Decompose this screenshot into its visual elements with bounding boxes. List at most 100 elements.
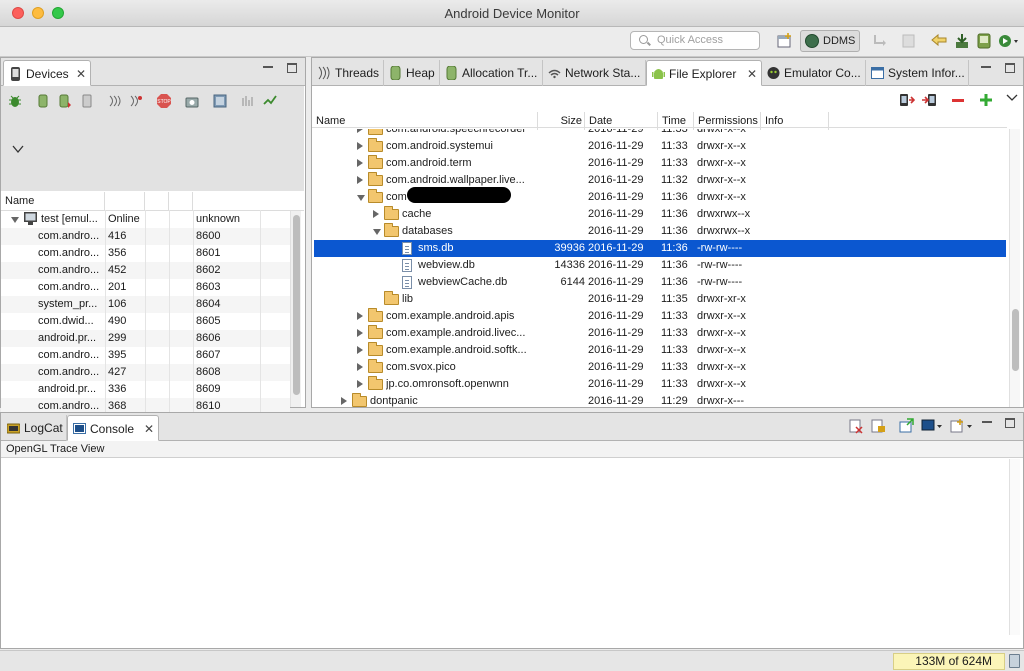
minimize-view-button[interactable] <box>263 63 273 73</box>
col-permissions[interactable]: Permissions <box>694 112 761 130</box>
debug-icon[interactable] <box>8 94 22 108</box>
cause-gc-icon[interactable] <box>80 94 94 108</box>
expand-icon[interactable] <box>357 363 363 371</box>
run-gc-icon[interactable] <box>1009 654 1020 668</box>
col-size[interactable]: Size <box>538 112 585 130</box>
maximize-view-button[interactable] <box>1005 63 1015 73</box>
folder-row[interactable]: com.example.android.softk... 2016-11-29 11… <box>314 342 1006 359</box>
console-scrollbar[interactable] <box>1009 459 1020 635</box>
pull-file-icon[interactable] <box>899 92 915 108</box>
folder-row[interactable]: dontpanic 2016-11-29 11:29 drwxr-x--- <box>314 393 1006 407</box>
maximize-view-button[interactable] <box>1005 418 1015 428</box>
folder-row[interactable]: com.example.android.livec... 2016-11-29 11… <box>314 325 1006 342</box>
minimize-view-button[interactable] <box>981 63 991 73</box>
stop-process-icon[interactable]: STOP <box>157 94 171 108</box>
folder-row[interactable]: com.example.android.apis 2016-11-29 11:33 d… <box>314 308 1006 325</box>
dump-view-hierarchy-icon[interactable] <box>213 94 227 108</box>
tab-threads[interactable]: Threads <box>313 60 384 86</box>
devices-scroll-thumb[interactable] <box>293 215 300 395</box>
expand-icon[interactable] <box>357 142 363 150</box>
tab-console[interactable]: Console ✕ <box>67 415 159 441</box>
folder-row[interactable]: cache 2016-11-29 11:36 drwxrwx--x <box>314 206 1006 223</box>
tab-system-information[interactable]: System Infor... <box>866 60 969 86</box>
display-console-icon[interactable] <box>921 418 943 434</box>
maximize-view-button[interactable] <box>287 63 297 73</box>
screen-capture-icon[interactable] <box>185 94 199 108</box>
push-file-icon[interactable] <box>921 92 937 108</box>
folder-row[interactable]: lib 2016-11-29 11:35 drwxr-xr-x <box>314 291 1006 308</box>
minimize-view-button[interactable] <box>982 418 992 428</box>
tab-emulator-control[interactable]: Emulator Co... <box>762 60 866 86</box>
file-row[interactable]: webview.db 14336 2016-11-29 11:36 -rw-rw---- <box>314 257 1006 274</box>
systrace-icon[interactable] <box>241 94 255 108</box>
view-menu-icon[interactable] <box>1006 92 1018 104</box>
process-port: 8604 <box>196 298 221 310</box>
expand-icon[interactable] <box>357 380 363 388</box>
clear-console-icon[interactable] <box>848 418 864 434</box>
open-console-icon[interactable] <box>950 418 976 434</box>
main-toolbar: Quick Access DDMS <box>0 27 1024 57</box>
close-tab-icon[interactable]: ✕ <box>76 61 86 85</box>
devices-scrollbar[interactable] <box>290 211 301 407</box>
tab-devices[interactable]: Devices ✕ <box>3 60 91 86</box>
expand-icon[interactable] <box>357 159 363 167</box>
opengl-trace-icon[interactable] <box>263 94 277 108</box>
scroll-lock-icon[interactable] <box>870 418 886 434</box>
file-scroll-thumb[interactable] <box>1012 309 1019 371</box>
tab-file-explorer[interactable]: File Explorer ✕ <box>646 60 762 86</box>
expand-icon[interactable] <box>373 210 379 218</box>
heap-status[interactable]: 133M of 624M <box>893 653 1005 670</box>
folder-row[interactable]: jp.co.omronsoft.openwnn 2016-11-29 11:33 dr… <box>314 376 1006 393</box>
col-date[interactable]: Date <box>585 112 658 130</box>
tab-heap[interactable]: Heap <box>384 60 440 86</box>
col-name[interactable]: Name <box>312 112 538 130</box>
file-size <box>540 206 585 223</box>
expand-icon[interactable] <box>357 312 363 320</box>
col-info[interactable]: Info <box>761 112 829 130</box>
collapse-icon[interactable] <box>357 195 365 201</box>
expand-icon[interactable] <box>341 397 347 405</box>
quick-access-input[interactable]: Quick Access <box>630 31 760 50</box>
collapse-icon[interactable] <box>11 217 19 223</box>
file-scrollbar[interactable] <box>1009 129 1020 407</box>
navigate-icon[interactable] <box>930 32 948 50</box>
col-blank2[interactable] <box>169 192 193 210</box>
view-menu-icon[interactable] <box>11 142 25 156</box>
expand-icon[interactable] <box>357 329 363 337</box>
expand-icon[interactable] <box>357 346 363 354</box>
close-tab-icon[interactable]: ✕ <box>747 61 757 85</box>
process-pid: 452 <box>108 264 127 276</box>
search-icon <box>639 35 648 44</box>
start-method-profiling-icon[interactable] <box>129 94 143 108</box>
folder-row[interactable]: databases 2016-11-29 11:36 drwxrwx--x <box>314 223 1006 240</box>
col-blank1[interactable] <box>145 192 169 210</box>
folder-row[interactable]: com.svox.pico 2016-11-29 11:33 drwxr-x--x <box>314 359 1006 376</box>
collapse-icon[interactable] <box>373 229 381 235</box>
back-icon[interactable] <box>870 32 888 50</box>
ddms-perspective-button[interactable]: DDMS <box>800 30 860 52</box>
col-time[interactable]: Time <box>658 112 694 130</box>
folder-row[interactable]: com.android.term 2016-11-29 11:33 drwxr-x--… <box>314 155 1006 172</box>
forward-icon[interactable] <box>900 32 918 50</box>
col-pid[interactable] <box>105 192 145 210</box>
open-perspective-button[interactable] <box>776 32 794 50</box>
delete-icon[interactable] <box>950 92 966 108</box>
tab-network-statistics[interactable]: Network Sta... <box>543 60 646 86</box>
run-icon[interactable] <box>997 32 1018 50</box>
tab-logcat[interactable]: LogCat <box>2 415 67 441</box>
file-row[interactable]: webviewCache.db 6144 2016-11-29 11:36 -rw-rw… <box>314 274 1006 291</box>
close-tab-icon[interactable]: ✕ <box>144 416 154 440</box>
col-name[interactable]: Name <box>1 192 105 210</box>
device-icon[interactable] <box>975 32 993 50</box>
download-icon[interactable] <box>953 32 971 50</box>
update-heap-icon[interactable] <box>36 94 50 108</box>
expand-icon[interactable] <box>357 176 363 184</box>
update-threads-icon[interactable] <box>108 94 122 108</box>
folder-row[interactable]: com.android.systemui 2016-11-29 11:33 drwxr… <box>314 138 1006 155</box>
new-folder-icon[interactable] <box>978 92 994 108</box>
file-row[interactable]: sms.db 39936 2016-11-29 11:36 -rw-rw---- <box>314 240 1006 257</box>
file-icon <box>402 242 412 255</box>
pin-console-icon[interactable] <box>898 418 914 434</box>
tab-allocation-tracker[interactable]: Allocation Tr... <box>440 60 543 86</box>
dump-hprof-icon[interactable] <box>58 94 72 108</box>
